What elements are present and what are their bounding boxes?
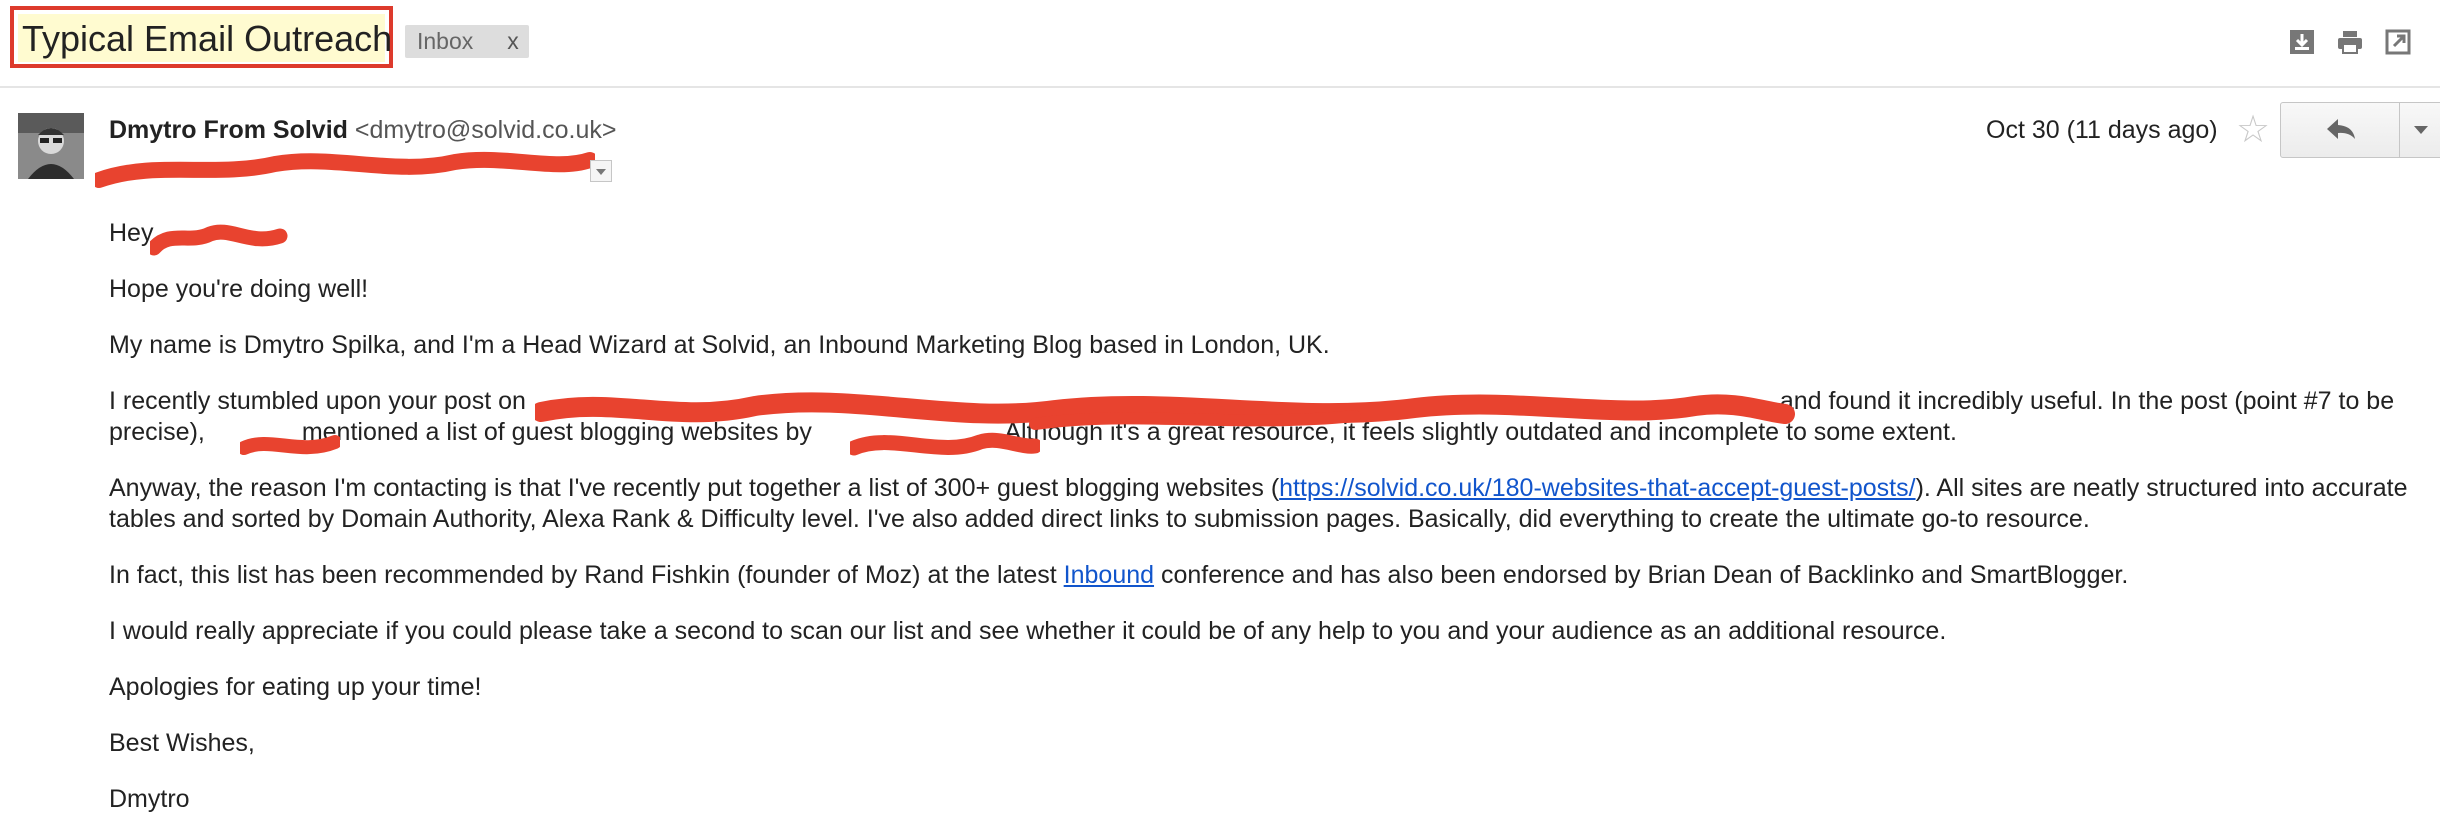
inbox-label[interactable]: Inbox x	[405, 25, 529, 58]
paragraph-5: In fact, this list has been recommended …	[109, 560, 2409, 591]
sender-avatar[interactable]	[18, 113, 84, 179]
paragraph-1: Hope you're doing well!	[109, 275, 369, 303]
email-subject: Typical Email Outreach	[22, 18, 393, 59]
paragraph-8: Best Wishes,	[109, 729, 255, 757]
remove-label-button[interactable]: x	[507, 28, 519, 55]
signature: Dmytro	[109, 785, 190, 813]
greeting-line: Hey,	[109, 218, 2409, 249]
header-divider	[0, 86, 2440, 88]
p3-text-c: mentioned a list of guest blogging websi…	[301, 418, 812, 446]
message-body: Hey, Hope you're doing well! My name is …	[109, 218, 2409, 840]
p5-text-a: In fact, this list has been recommended …	[109, 561, 1057, 589]
greeting-text: Hey	[109, 219, 154, 247]
recipient-details-dropdown[interactable]	[590, 160, 612, 182]
star-icon[interactable]: ☆	[2236, 108, 2270, 152]
sender-email: <dmytro@solvid.co.uk>	[354, 116, 617, 144]
paragraph-2: My name is Dmytro Spilka, and I'm a Head…	[109, 331, 1330, 359]
p3-text-d: . Although it's a great resource, it fee…	[991, 418, 1957, 446]
label-text: Inbox	[417, 28, 474, 54]
p4-text-a: Anyway, the reason I'm contacting is tha…	[109, 474, 1280, 502]
more-options-button[interactable]	[2399, 102, 2440, 158]
inbound-link[interactable]: Inbound	[1064, 561, 1154, 589]
reply-arrow-icon	[2327, 119, 2355, 139]
print-icon[interactable]	[2336, 28, 2364, 56]
sender-line: Dmytro From Solvid <dmytro@solvid.co.uk>	[109, 114, 616, 146]
redaction-mark	[95, 151, 595, 188]
greeting-comma: ,	[269, 219, 277, 247]
avatar-photo-icon	[18, 113, 84, 179]
message-date: Oct 30 (11 days ago)	[1986, 116, 2218, 144]
sender-name[interactable]: Dmytro From Solvid	[109, 116, 348, 144]
new-window-icon[interactable]	[2384, 28, 2412, 56]
reply-button[interactable]	[2280, 102, 2400, 158]
p3-text-a: I recently stumbled upon your post on	[109, 387, 526, 415]
paragraph-3: I recently stumbled upon your post on, a…	[109, 386, 2409, 448]
p5-text-b: conference and has also been endorsed by…	[1160, 561, 2129, 589]
download-icon[interactable]	[2288, 28, 2316, 56]
paragraph-6: I would really appreciate if you could p…	[109, 617, 1947, 645]
paragraph-4: Anyway, the reason I'm contacting is tha…	[109, 473, 2409, 535]
guest-post-list-link[interactable]: https://solvid.co.uk/180-websites-that-a…	[1279, 474, 1915, 502]
paragraph-7: Apologies for eating up your time!	[109, 673, 482, 701]
